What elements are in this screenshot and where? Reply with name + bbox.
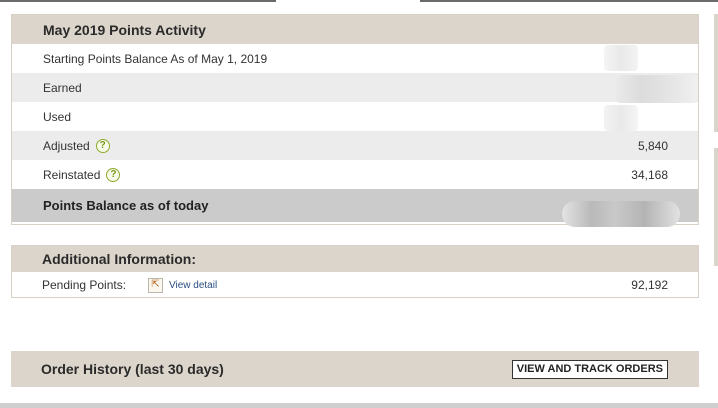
question-mark-circle-icon[interactable]: ? — [106, 167, 121, 182]
redacted-value-blur — [604, 45, 638, 71]
pending-points-label: Pending Points: — [42, 278, 127, 292]
redacted-value-blur — [562, 201, 680, 227]
top-divider-right — [420, 0, 718, 2]
activity-row-label: Starting Points Balance As of May 1, 201… — [43, 51, 268, 66]
question-mark-circle-icon[interactable]: ? — [95, 138, 110, 153]
view-and-track-orders-button[interactable]: VIEW AND TRACK ORDERS — [511, 359, 668, 379]
redacted-value-blur — [616, 75, 698, 103]
activity-row-label: Adjusted — [43, 138, 90, 153]
points-activity-title: May 2019 Points Activity — [12, 15, 698, 44]
activity-row-reinstated: Reinstated ? 34,168 — [12, 160, 698, 189]
activity-row-label: Used — [43, 109, 72, 124]
activity-row-label: Earned — [43, 80, 82, 95]
redacted-value-blur — [604, 105, 638, 131]
view-detail-link[interactable]: ⇱ View detail — [148, 277, 631, 293]
top-divider-left — [0, 0, 276, 2]
additional-information-title: Additional Information: — [12, 246, 698, 272]
pending-points-value: 92,192 — [631, 278, 668, 292]
activity-row-value: 34,168 — [631, 167, 668, 182]
bottom-divider — [0, 403, 718, 408]
view-detail-label: View detail — [169, 279, 218, 291]
side-scroll-track — [714, 14, 718, 132]
order-history-title: Order History (last 30 days) — [41, 361, 224, 377]
activity-row-used: Used — [12, 102, 698, 131]
side-scroll-track — [714, 148, 718, 266]
activity-row-starting-balance: Starting Points Balance As of May 1, 201… — [12, 44, 698, 73]
activity-row-earned: Earned — [12, 73, 698, 102]
activity-row-label: Reinstated — [43, 167, 101, 182]
external-link-icon: ⇱ — [148, 277, 163, 293]
order-history-bar: Order History (last 30 days) VIEW AND TR… — [11, 351, 699, 387]
pending-points-row: Pending Points: ⇱ View detail 92,192 — [12, 272, 698, 298]
activity-row-adjusted: Adjusted ? 5,840 — [12, 131, 698, 160]
points-activity-panel: May 2019 Points Activity Starting Points… — [11, 14, 699, 227]
activity-row-value: 5,840 — [637, 138, 668, 153]
additional-information-panel: Additional Information: Pending Points: … — [11, 245, 699, 298]
